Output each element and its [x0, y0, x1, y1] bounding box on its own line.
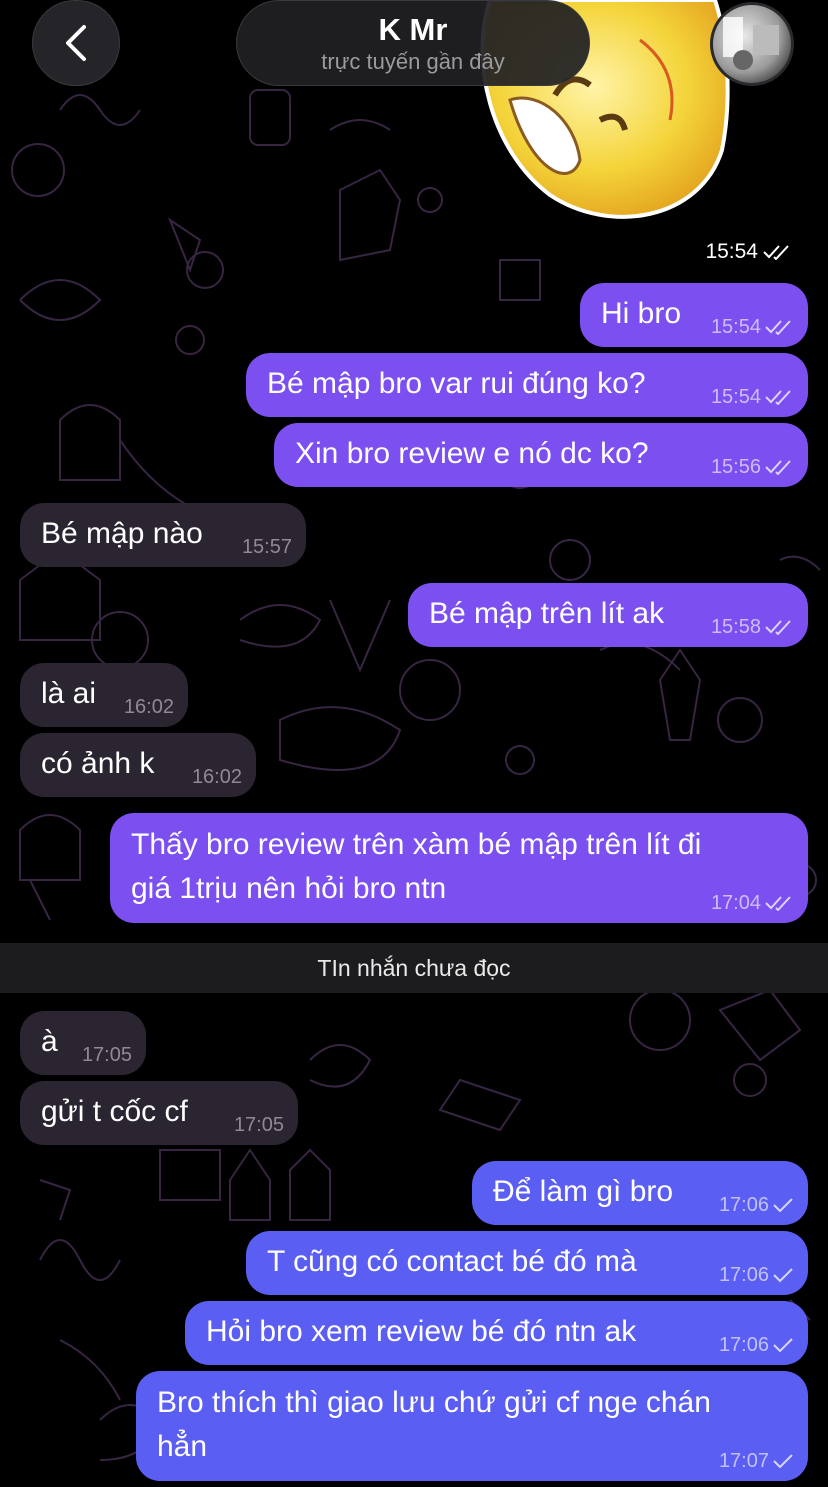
- message-meta: 15:57: [242, 537, 292, 557]
- message-text: Bé mập nào: [41, 517, 203, 550]
- chat-header-title[interactable]: K Mr trực tuyến gần đây: [236, 0, 590, 86]
- double-check-icon: [765, 390, 791, 405]
- message-incoming[interactable]: gửi t cốc cf 17:05: [20, 1081, 298, 1145]
- message-text: Bé mập trên lít ak: [429, 597, 665, 630]
- message-meta: 15:54: [711, 317, 794, 337]
- message-meta: 15:56: [711, 457, 794, 477]
- message-time: 16:02: [191, 766, 242, 788]
- double-check-icon: [763, 245, 789, 260]
- message-text: gửi t cốc cf: [41, 1095, 188, 1128]
- double-check-icon: [765, 620, 791, 635]
- message-time: 17:05: [233, 1114, 284, 1136]
- message-text-line: Bro thích thì giao lưu chứ gửi cf nge ch…: [157, 1386, 711, 1419]
- message-meta: 16:02: [124, 697, 174, 717]
- message-time: 17:06: [718, 1194, 769, 1216]
- message-incoming[interactable]: Bé mập nào 15:57: [20, 503, 306, 567]
- message-time: 16:02: [123, 696, 174, 718]
- sticker-time-text: 15:54: [705, 240, 758, 263]
- double-check-icon: [765, 896, 791, 911]
- message-text-line: hẳn: [157, 1430, 208, 1463]
- message-outgoing[interactable]: Hi bro 15:54: [580, 283, 808, 347]
- message-meta: 17:06: [719, 1335, 794, 1355]
- message-outgoing[interactable]: Bé mập trên lít ak 15:58: [408, 583, 808, 647]
- message-text: Hi bro: [601, 297, 682, 330]
- message-incoming[interactable]: có ảnh k 16:02: [20, 733, 256, 797]
- message-time: 15:54: [710, 386, 761, 408]
- back-chevron-icon: [66, 25, 86, 61]
- message-text: là ai: [41, 677, 97, 710]
- message-text: Xin bro review e nó dc ko?: [295, 437, 649, 470]
- single-check-icon: [773, 1268, 793, 1283]
- message-time: 15:58: [710, 616, 761, 638]
- message-outgoing[interactable]: Bro thích thì giao lưu chứ gửi cf nge ch…: [136, 1371, 808, 1481]
- message-time: 15:56: [710, 456, 761, 478]
- double-check-icon: [765, 460, 791, 475]
- contact-status: trực tuyến gần đây: [321, 49, 505, 74]
- double-check-icon: [765, 320, 791, 335]
- message-meta: 17:07: [719, 1451, 794, 1471]
- contact-name: K Mr: [378, 12, 448, 47]
- message-text: có ảnh k: [41, 747, 155, 780]
- message-outgoing[interactable]: T cũng có contact bé đó mà 17:06: [246, 1231, 808, 1295]
- message-text: Bé mập bro var rui đúng ko?: [267, 367, 646, 400]
- message-text-line: giá 1trịu nên hỏi bro ntn: [131, 872, 447, 905]
- message-time: 17:05: [81, 1044, 132, 1066]
- message-meta: 17:05: [82, 1045, 132, 1065]
- single-check-icon: [773, 1454, 793, 1469]
- single-check-icon: [773, 1338, 793, 1353]
- message-outgoing[interactable]: Hỏi bro xem review bé đó ntn ak 17:06: [185, 1301, 808, 1365]
- message-meta: 15:54: [711, 387, 794, 407]
- message-meta: 17:06: [719, 1195, 794, 1215]
- unread-messages-divider: TIn nhắn chưa đọc: [0, 943, 828, 993]
- message-meta: 16:02: [192, 767, 242, 787]
- message-text: Hỏi bro xem review bé đó ntn ak: [206, 1315, 637, 1348]
- message-text: T cũng có contact bé đó mà: [267, 1245, 637, 1278]
- message-outgoing[interactable]: Bé mập bro var rui đúng ko? 15:54: [246, 353, 808, 417]
- message-time: 15:57: [241, 536, 292, 558]
- message-time: 17:06: [718, 1334, 769, 1356]
- avatar-image: [723, 17, 779, 70]
- message-outgoing[interactable]: Thấy bro review trên xàm bé mập trên lít…: [110, 813, 808, 923]
- message-text: Để làm gì bro: [493, 1175, 674, 1208]
- message-time: 17:06: [718, 1264, 769, 1286]
- message-text-line: Thấy bro review trên xàm bé mập trên lít…: [131, 828, 702, 861]
- sticker-timestamp: 15:54: [705, 240, 792, 264]
- message-time: 15:54: [710, 316, 761, 338]
- message-meta: 17:04: [711, 893, 794, 913]
- message-outgoing[interactable]: Để làm gì bro 17:06: [472, 1161, 808, 1225]
- message-time: 17:04: [710, 892, 761, 914]
- message-incoming[interactable]: là ai 16:02: [20, 663, 188, 727]
- message-time: 17:07: [718, 1450, 769, 1472]
- message-meta: 15:58: [711, 617, 794, 637]
- contact-avatar[interactable]: [710, 2, 794, 86]
- back-button[interactable]: [32, 0, 120, 86]
- single-check-icon: [773, 1198, 793, 1213]
- message-outgoing[interactable]: Xin bro review e nó dc ko? 15:56: [274, 423, 808, 487]
- message-meta: 17:06: [719, 1265, 794, 1285]
- message-incoming[interactable]: à 17:05: [20, 1011, 146, 1075]
- message-meta: 17:05: [234, 1115, 284, 1135]
- message-text: à: [41, 1025, 58, 1058]
